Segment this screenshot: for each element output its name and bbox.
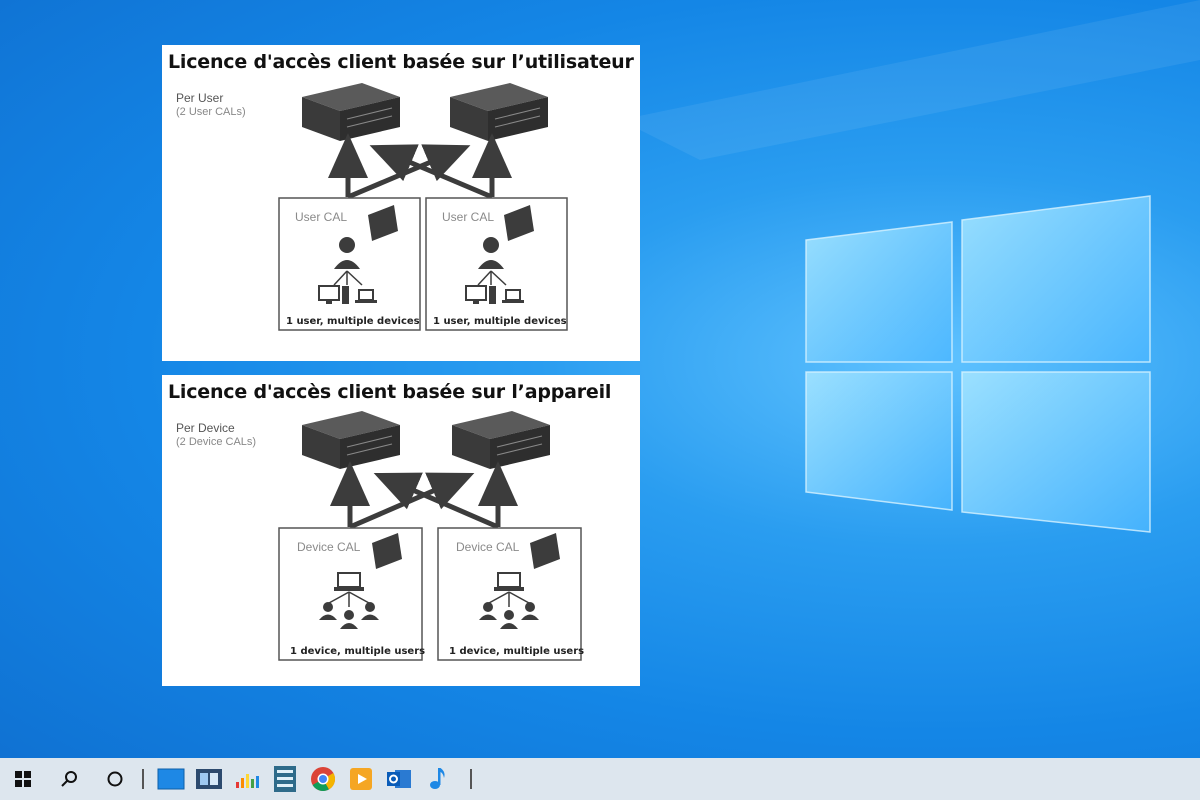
laptop-icon xyxy=(355,289,377,303)
desktop[interactable]: User CAL 1 user, multiple devices User C… xyxy=(0,0,1200,758)
box-caption: 1 user, multiple devices xyxy=(433,316,567,327)
tower-pc-icon xyxy=(342,286,349,304)
tower-pc-icon xyxy=(489,286,496,304)
server-icon xyxy=(452,411,550,469)
laptop-icon xyxy=(494,572,524,591)
server-icon xyxy=(302,83,400,141)
desktop-icon xyxy=(157,768,185,790)
start-button[interactable] xyxy=(0,758,46,800)
box-caption: 1 device, multiple users xyxy=(290,646,425,657)
equalizer-app-button[interactable] xyxy=(228,758,266,800)
blue-stack-app-icon xyxy=(274,766,296,792)
task-view-button[interactable] xyxy=(190,758,228,800)
music-app-button[interactable] xyxy=(418,758,456,800)
media-player-icon xyxy=(350,768,372,790)
stack-app-button[interactable] xyxy=(266,758,304,800)
device-cal-diagram-panel: Device CAL 1 device, multiple users Devi… xyxy=(162,375,640,686)
per-device-note: (2 Device CALs) xyxy=(176,436,257,448)
user-cal-label: User CAL xyxy=(442,210,494,224)
server-icon xyxy=(302,411,400,469)
taskbar-divider xyxy=(470,769,472,789)
music-note-icon xyxy=(430,768,445,789)
chrome-button[interactable] xyxy=(304,758,342,800)
user-cal-diagram: User CAL 1 user, multiple devices User C… xyxy=(278,83,568,331)
device-cal-label: Device CAL xyxy=(456,540,520,554)
laptop-icon xyxy=(334,572,364,591)
taskbar-divider xyxy=(142,769,144,789)
equalizer-app-icon xyxy=(236,774,259,788)
media-player-button[interactable] xyxy=(342,758,380,800)
user-cal-diagram-panel: User CAL 1 user, multiple devices User C… xyxy=(162,45,640,361)
search-icon xyxy=(61,771,77,787)
per-device-label: Per Device xyxy=(176,421,235,435)
per-user-label: Per User xyxy=(176,91,224,105)
taskbar xyxy=(0,758,1200,800)
user-cal-label: User CAL xyxy=(295,210,347,224)
cortana-circle-icon xyxy=(107,771,123,787)
user-cal-title: Licence d'accès client basée sur l’utili… xyxy=(168,51,634,73)
chrome-icon xyxy=(311,767,336,792)
cortana-button[interactable] xyxy=(92,758,138,800)
device-cal-label: Device CAL xyxy=(297,540,361,554)
search-button[interactable] xyxy=(46,758,92,800)
device-cal-title: Licence d'accès client basée sur l’appar… xyxy=(168,381,612,403)
connection-arrows xyxy=(330,461,518,530)
task-view-icon xyxy=(196,769,222,789)
box-caption: 1 user, multiple devices xyxy=(286,316,420,327)
windows-start-icon xyxy=(15,771,31,787)
server-icon xyxy=(450,83,548,141)
per-user-note: (2 User CALs) xyxy=(176,106,246,118)
outlook-icon xyxy=(387,770,411,788)
outlook-button[interactable] xyxy=(380,758,418,800)
desktop-app-button[interactable] xyxy=(152,758,190,800)
connection-arrows xyxy=(328,133,512,200)
box-caption: 1 device, multiple users xyxy=(449,646,584,657)
laptop-icon xyxy=(502,289,524,303)
